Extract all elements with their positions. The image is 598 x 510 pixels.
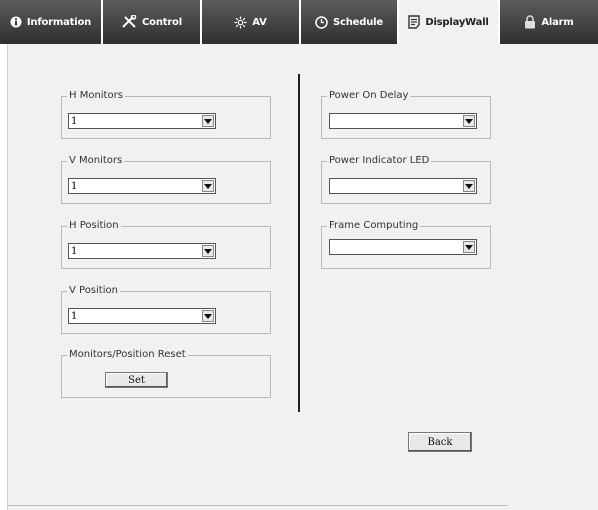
av-icon — [234, 16, 247, 29]
v-monitors-label: V Monitors — [67, 154, 125, 168]
h-position-group: H Position 1 — [61, 219, 271, 269]
tab-label: Control — [142, 16, 182, 28]
v-position-select[interactable]: 1 — [68, 308, 216, 324]
tab-alarm[interactable]: Alarm — [500, 0, 598, 44]
column-divider — [298, 74, 300, 412]
tab-label: Information — [26, 16, 92, 28]
v-monitors-value: 1 — [71, 181, 78, 192]
tab-information[interactable]: Information — [0, 0, 103, 44]
tab-label: DisplayWall — [425, 16, 489, 28]
tools-icon — [121, 15, 137, 29]
h-position-select[interactable]: 1 — [68, 243, 216, 259]
h-monitors-select[interactable]: 1 — [68, 113, 216, 129]
clock-icon — [315, 15, 328, 29]
tab-displaywall[interactable]: DisplayWall — [399, 0, 500, 44]
info-icon — [10, 16, 22, 28]
v-monitors-select[interactable]: 1 — [68, 178, 216, 194]
bottom-rule — [8, 505, 508, 506]
v-position-label: V Position — [67, 284, 120, 298]
chevron-down-icon[interactable] — [202, 115, 214, 127]
lock-icon — [524, 15, 536, 29]
chevron-down-icon[interactable] — [202, 310, 214, 322]
h-monitors-value: 1 — [71, 116, 78, 127]
document-icon — [408, 15, 421, 29]
frame-computing-label: Frame Computing — [327, 219, 421, 233]
h-monitors-label: H Monitors — [67, 89, 125, 103]
reset-group: Monitors/Position Reset Set — [61, 348, 271, 398]
power-on-delay-group: Power On Delay — [321, 89, 491, 139]
chevron-down-icon[interactable] — [463, 241, 475, 253]
back-button[interactable]: Back — [408, 432, 472, 452]
tab-label: AV — [252, 16, 267, 28]
chevron-down-icon[interactable] — [463, 180, 475, 192]
tab-av[interactable]: AV — [202, 0, 301, 44]
tab-label: Alarm — [541, 16, 574, 28]
set-button[interactable]: Set — [105, 372, 168, 388]
power-indicator-led-group: Power Indicator LED — [321, 154, 491, 204]
displaywall-panel: H Monitors 1 V Monitors 1 H Position 1 V… — [7, 44, 598, 510]
power-indicator-led-label: Power Indicator LED — [327, 154, 432, 168]
reset-label: Monitors/Position Reset — [67, 348, 188, 362]
power-on-delay-label: Power On Delay — [327, 89, 411, 103]
v-position-group: V Position 1 — [61, 284, 271, 334]
tab-schedule[interactable]: Schedule — [301, 0, 399, 44]
h-position-label: H Position — [67, 219, 121, 233]
h-monitors-group: H Monitors 1 — [61, 89, 271, 139]
h-position-value: 1 — [71, 246, 78, 257]
frame-computing-group: Frame Computing — [321, 219, 491, 269]
tab-control[interactable]: Control — [103, 0, 202, 44]
chevron-down-icon[interactable] — [202, 245, 214, 257]
chevron-down-icon[interactable] — [463, 115, 475, 127]
power-on-delay-select[interactable] — [329, 113, 477, 129]
power-indicator-led-select[interactable] — [329, 178, 477, 194]
v-position-value: 1 — [71, 311, 78, 322]
tab-bar: Information Control AV Schedule DisplayW… — [0, 0, 598, 44]
chevron-down-icon[interactable] — [202, 180, 214, 192]
frame-computing-select[interactable] — [329, 239, 477, 255]
v-monitors-group: V Monitors 1 — [61, 154, 271, 204]
tab-label: Schedule — [333, 16, 383, 28]
